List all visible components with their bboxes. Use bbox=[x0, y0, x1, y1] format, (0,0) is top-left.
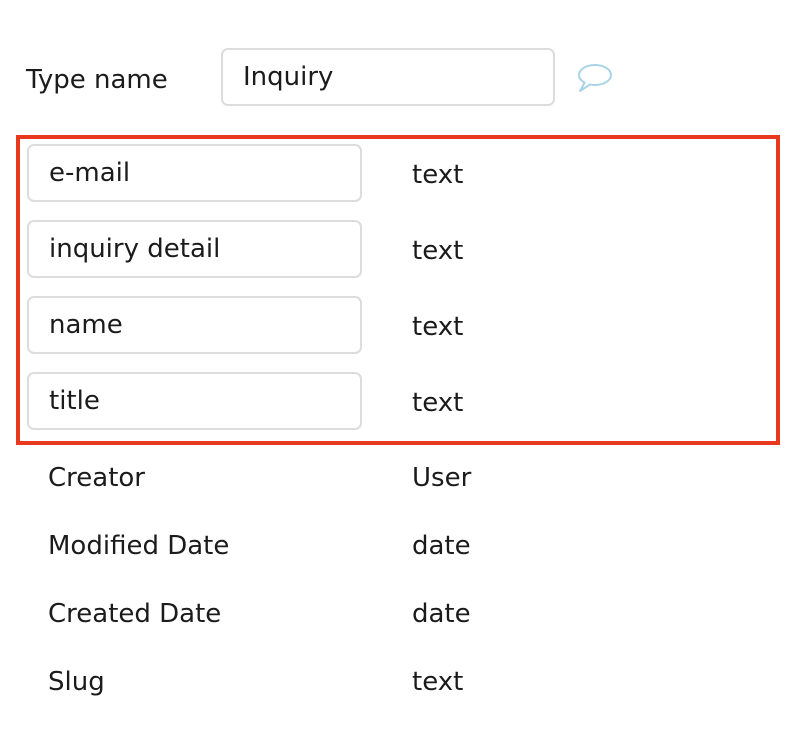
speech-bubble-icon[interactable] bbox=[574, 62, 614, 94]
builtin-field-name: Modified Date bbox=[48, 531, 230, 561]
builtin-field-name: Creator bbox=[48, 463, 145, 493]
builtin-field-type: User bbox=[412, 463, 472, 493]
field-name-input[interactable] bbox=[27, 144, 362, 202]
type-name-label: Type name bbox=[26, 65, 168, 95]
builtin-field-type: date bbox=[412, 599, 471, 629]
field-type-label[interactable]: text bbox=[412, 309, 463, 345]
field-name-input[interactable] bbox=[27, 220, 362, 278]
field-name-input[interactable] bbox=[27, 296, 362, 354]
field-type-label[interactable]: text bbox=[412, 157, 463, 193]
builtin-field-name: Created Date bbox=[48, 599, 222, 629]
field-type-label[interactable]: text bbox=[412, 385, 463, 421]
field-name-input[interactable] bbox=[27, 372, 362, 430]
type-name-input[interactable] bbox=[221, 48, 555, 106]
builtin-field-type: text bbox=[412, 667, 464, 697]
builtin-field-name: Slug bbox=[48, 667, 105, 697]
field-type-label[interactable]: text bbox=[412, 233, 463, 269]
type-name-row: Type name bbox=[0, 0, 806, 120]
builtin-field-type: date bbox=[412, 531, 471, 561]
